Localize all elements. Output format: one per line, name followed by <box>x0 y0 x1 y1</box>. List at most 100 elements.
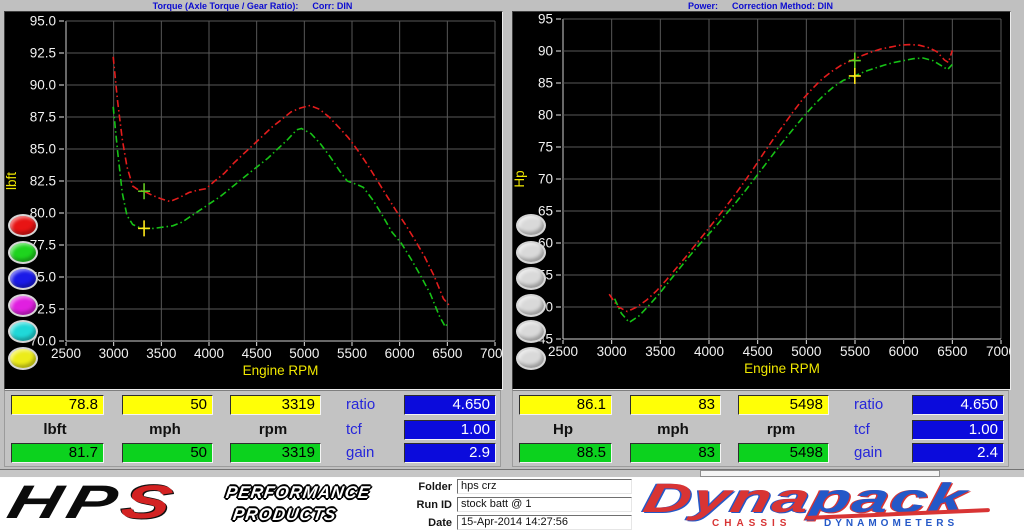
run-select-button-1[interactable] <box>8 214 38 237</box>
date-field[interactable]: 15-Apr-2014 14:27:56 <box>457 515 632 530</box>
svg-text:82.5: 82.5 <box>30 174 56 189</box>
run-select-button-1[interactable] <box>516 214 546 237</box>
svg-text:6000: 6000 <box>385 346 415 361</box>
hps-products-text: PRODUCTS <box>232 505 338 525</box>
power-value-yellow-run: 86.1 <box>519 395 612 415</box>
ratio-label: ratio <box>854 395 883 415</box>
svg-text:85: 85 <box>538 76 553 91</box>
run-select-button-2[interactable] <box>8 241 38 264</box>
svg-text:90.0: 90.0 <box>30 78 56 93</box>
hps-logo-hp: HP <box>3 475 130 528</box>
svg-text:92.5: 92.5 <box>30 46 56 61</box>
rpm-unit-label: rpm <box>230 420 316 440</box>
folder-label: Folder <box>398 480 452 494</box>
speed-value-yellow-run: 50 <box>122 395 213 415</box>
svg-text:4000: 4000 <box>194 346 224 361</box>
tcf-value: 1.00 <box>404 420 496 440</box>
y-axis-label: lbft <box>5 172 19 190</box>
torque-unit-label: lbft <box>11 420 99 440</box>
run-select-button-5[interactable] <box>8 320 38 343</box>
svg-text:5000: 5000 <box>791 344 821 359</box>
run-id-label: Run ID <box>398 498 452 512</box>
svg-text:85.0: 85.0 <box>30 142 56 157</box>
speed-value-green-run: 83 <box>630 443 721 463</box>
power-value-green-run: 88.5 <box>519 443 612 463</box>
run-select-button-4[interactable] <box>516 294 546 317</box>
rpm-value-green-run: 3319 <box>230 443 321 463</box>
torque-value-green-run: 81.7 <box>11 443 104 463</box>
svg-text:5500: 5500 <box>337 346 367 361</box>
torque-correction-label: Corr: DIN <box>312 1 352 11</box>
torque-curve-green <box>113 107 448 327</box>
run-id-field[interactable]: stock batt @ 1 <box>457 497 632 512</box>
svg-text:70: 70 <box>538 172 553 187</box>
speed-value-green-run: 50 <box>122 443 213 463</box>
svg-text:4000: 4000 <box>694 344 724 359</box>
hps-logo-s: S <box>116 475 184 528</box>
date-label: Date <box>398 516 452 530</box>
power-chart-title: Power: <box>688 1 718 11</box>
run-select-button-5[interactable] <box>516 320 546 343</box>
svg-text:95.0: 95.0 <box>30 14 56 29</box>
svg-text:7000: 7000 <box>480 346 502 361</box>
gain-label: gain <box>346 443 374 463</box>
run-select-button-6[interactable] <box>8 347 38 370</box>
rpm-value-yellow-run: 3319 <box>230 395 321 415</box>
power-chart-svg: 2500300035004000450050005500600065007000… <box>513 12 1010 389</box>
power-data-table: 86.1 83 5498 Hp mph rpm 88.5 83 5498 rat… <box>512 390 1009 467</box>
speed-unit-label: mph <box>122 420 208 440</box>
svg-text:5000: 5000 <box>289 346 319 361</box>
svg-text:6000: 6000 <box>889 344 919 359</box>
run-select-button-2[interactable] <box>516 241 546 264</box>
svg-text:3500: 3500 <box>645 344 675 359</box>
run-select-button-6[interactable] <box>516 347 546 370</box>
power-chart-panel: 2500300035004000450050005500600065007000… <box>512 11 1011 390</box>
torque-value-yellow-run: 78.8 <box>11 395 104 415</box>
dynapack-dynamometers-text: DYNAMOMETERS <box>824 518 958 529</box>
power-curve-green <box>615 58 953 322</box>
run-select-button-3[interactable] <box>516 267 546 290</box>
torque-chart-svg: 2500300035004000450050005500600065007000… <box>5 12 502 389</box>
svg-text:80: 80 <box>538 108 553 123</box>
svg-text:90: 90 <box>538 44 553 59</box>
gain-value: 2.4 <box>912 443 1004 463</box>
svg-text:95: 95 <box>538 12 553 27</box>
ratio-value: 4.650 <box>404 395 496 415</box>
svg-text:4500: 4500 <box>743 344 773 359</box>
ratio-value: 4.650 <box>912 395 1004 415</box>
hps-logo: HPS <box>2 474 184 529</box>
svg-text:75: 75 <box>538 140 553 155</box>
x-axis-label: Engine RPM <box>744 361 820 376</box>
svg-text:6500: 6500 <box>432 346 462 361</box>
speed-unit-label: mph <box>630 420 716 440</box>
x-axis-label: Engine RPM <box>243 363 319 378</box>
torque-chart-title: Torque (Axle Torque / Gear Ratio): <box>153 1 299 11</box>
svg-text:3000: 3000 <box>99 346 129 361</box>
ratio-label: ratio <box>346 395 375 415</box>
torque-chart-panel: 2500300035004000450050005500600065007000… <box>4 11 503 390</box>
svg-text:5500: 5500 <box>840 344 870 359</box>
folder-field[interactable]: hps crz <box>457 479 632 494</box>
svg-text:3000: 3000 <box>597 344 627 359</box>
tcf-label: tcf <box>346 420 362 440</box>
svg-text:6500: 6500 <box>937 344 967 359</box>
footer-bar: HPS PERFORMANCE PRODUCTS Folder hps crz … <box>0 478 1024 530</box>
svg-text:7000: 7000 <box>986 344 1010 359</box>
dynapack-logo-dyna: Dyna <box>639 475 816 521</box>
run-select-button-3[interactable] <box>8 267 38 290</box>
power-correction-label: Correction Method: DIN <box>732 1 833 11</box>
svg-text:87.5: 87.5 <box>30 110 56 125</box>
svg-text:4500: 4500 <box>242 346 272 361</box>
dynapack-logo: Dynapack <box>641 481 971 515</box>
torque-data-table: 78.8 50 3319 lbft mph rpm 81.7 50 3319 r… <box>4 390 501 467</box>
tcf-value: 1.00 <box>912 420 1004 440</box>
rpm-value-green-run: 5498 <box>738 443 829 463</box>
run-select-button-4[interactable] <box>8 294 38 317</box>
tcf-label: tcf <box>854 420 870 440</box>
gain-value: 2.9 <box>404 443 496 463</box>
gain-label: gain <box>854 443 882 463</box>
power-unit-label: Hp <box>519 420 607 440</box>
y-axis-label: Hp <box>513 170 527 187</box>
hps-performance-text: PERFORMANCE <box>225 483 372 503</box>
svg-text:3500: 3500 <box>146 346 176 361</box>
